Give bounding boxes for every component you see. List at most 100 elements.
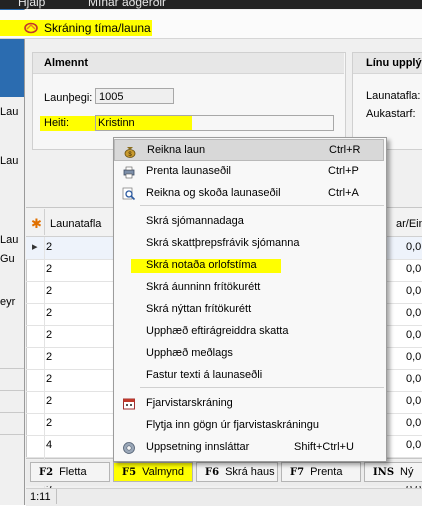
menu-item-fjarvistarskraning[interactable]: Fjarvistarskráning bbox=[114, 393, 384, 415]
divider bbox=[44, 237, 45, 259]
divider bbox=[0, 390, 24, 391]
row-launatafla: 2 bbox=[46, 263, 53, 275]
menu-item-uppsetning-innslattar[interactable]: Uppsetning innsláttar Shift+Ctrl+U bbox=[114, 437, 384, 459]
asterisk-icon: ✱ bbox=[31, 216, 42, 231]
divider bbox=[44, 303, 45, 325]
settings-icon bbox=[122, 441, 136, 455]
skra-haus-button[interactable]: F6 Skrá haus bbox=[196, 462, 278, 482]
row-launatafla: 2 bbox=[46, 417, 53, 429]
menu-item-upphaed-skatta[interactable]: Upphæð eftirágreiddra skatta bbox=[114, 321, 384, 343]
divider bbox=[0, 434, 24, 435]
f7-key: F7 bbox=[290, 467, 305, 478]
menu-help[interactable]: Hjálp bbox=[18, 0, 45, 9]
aukastarf-label: Aukastarf: bbox=[366, 108, 416, 120]
row-pointer-icon: ▸ bbox=[32, 241, 38, 253]
row-launatafla: 2 bbox=[46, 241, 53, 253]
linu-heading: Línu upplý bbox=[366, 57, 422, 69]
menu-item-shortcut: Shift+Ctrl+U bbox=[294, 441, 354, 453]
launatafla-label: Launatafla: bbox=[366, 90, 421, 102]
menu-item-shortcut: Ctrl+R bbox=[329, 144, 361, 156]
valmynd-button[interactable]: F5 Valmynd bbox=[113, 462, 193, 482]
menu-item-skra-skattthrep[interactable]: Skrá skattþrepsfrávik sjómanna bbox=[114, 233, 384, 255]
menu-item-label: Upphæð eftirágreiddra skatta bbox=[146, 325, 289, 337]
row-launatafla: 2 bbox=[46, 285, 53, 297]
row-value: 0,0 bbox=[406, 285, 422, 297]
column-launatafla[interactable]: Launatafla bbox=[50, 218, 101, 230]
row-value: 0,0 bbox=[406, 395, 422, 407]
menu-item-label: Skrá áunninn frítökurétt bbox=[146, 281, 261, 293]
menu-item-skra-sjomannadaga[interactable]: Skrá sjómannadaga bbox=[114, 211, 384, 233]
divider bbox=[44, 325, 45, 347]
menu-item-skra-notada-orlofstima[interactable]: Skrá notaða orlofstíma bbox=[114, 255, 384, 277]
row-value: 0,0 bbox=[406, 263, 422, 275]
divider bbox=[56, 489, 57, 504]
divider bbox=[44, 391, 45, 413]
ny-button[interactable]: INS Ný bbox=[364, 462, 422, 482]
background-sidebar-item[interactable]: Lau bbox=[0, 106, 24, 118]
menu-item-label: Fastur texti á launaseðli bbox=[146, 369, 263, 381]
row-value: 0,0 bbox=[406, 439, 422, 451]
row-launatafla: 2 bbox=[46, 329, 53, 341]
prenta-button[interactable]: F7 Prenta bbox=[281, 462, 361, 482]
menu-item-reikna-og-skoda[interactable]: Reikna og skoða launaseðil Ctrl+A bbox=[114, 183, 384, 205]
menu-item-label: Upphæð meðlags bbox=[146, 347, 233, 359]
menu-item-skra-nyttan-fritokurett[interactable]: Skrá nýttan frítökurétt bbox=[114, 299, 384, 321]
menu-item-reikna-laun[interactable]: $ Reikna laun Ctrl+R bbox=[114, 139, 384, 161]
divider bbox=[0, 412, 24, 413]
money-bag-icon: $ bbox=[123, 144, 137, 158]
row-value: 0,0 bbox=[406, 373, 422, 385]
menu-item-label: Prenta launaseðil bbox=[146, 165, 232, 177]
row-value: 0,0 bbox=[406, 329, 422, 341]
column-right[interactable]: ar/Ein. bbox=[396, 218, 422, 230]
skra-haus-label: Skrá haus bbox=[225, 466, 275, 478]
printer-icon bbox=[122, 165, 136, 179]
row-launatafla: 2 bbox=[46, 395, 53, 407]
launthegi-field[interactable]: 1005 bbox=[95, 88, 174, 104]
calendar-icon bbox=[122, 397, 136, 411]
fletta-label: Fletta bbox=[59, 466, 87, 478]
menu-item-flytja-inn-gogn[interactable]: Flytja inn gögn úr fjarvistaskráningu bbox=[114, 415, 384, 437]
menu-separator bbox=[140, 387, 384, 388]
window-title: Skráning tíma/launa bbox=[44, 21, 151, 35]
divider bbox=[44, 413, 45, 435]
f6-key: F6 bbox=[205, 467, 220, 478]
menu-item-label: Reikna laun bbox=[147, 144, 206, 156]
menu-item-fastur-texti[interactable]: Fastur texti á launaseðli bbox=[114, 365, 384, 387]
menu-separator bbox=[140, 205, 384, 206]
divider bbox=[44, 209, 45, 235]
row-value: 0,0 bbox=[406, 307, 422, 319]
heiti-value: Kristinn bbox=[98, 117, 135, 129]
menu-my-actions[interactable]: Mínar aðgerðir bbox=[88, 0, 166, 9]
row-value: 0,0 bbox=[406, 351, 422, 363]
menu-item-prenta-launasedil[interactable]: Prenta launaseðil Ctrl+P bbox=[114, 161, 384, 183]
f5-key: F5 bbox=[122, 467, 137, 478]
divider bbox=[44, 369, 45, 391]
status-bar bbox=[26, 488, 422, 506]
row-value: 0,0 bbox=[406, 241, 422, 253]
menu-item-label: Uppsetning innsláttar bbox=[146, 441, 250, 453]
row-value: 0,0 bbox=[406, 417, 422, 429]
fletta-button[interactable]: F2 Fletta bbox=[30, 462, 110, 482]
menu-item-shortcut: Ctrl+P bbox=[328, 165, 359, 177]
menu-item-label: Skrá notaða orlofstíma bbox=[146, 259, 257, 271]
row-launatafla: 2 bbox=[46, 373, 53, 385]
menu-item-label: Skrá sjómannadaga bbox=[146, 215, 244, 227]
divider bbox=[44, 259, 45, 281]
background-sidebar-item[interactable]: Lau bbox=[0, 234, 24, 246]
menu-bar: Hjálp Mínar aðgerðir bbox=[0, 0, 422, 9]
divider bbox=[44, 435, 45, 457]
menu-item-label: Skrá skattþrepsfrávik sjómanna bbox=[146, 237, 300, 249]
background-sidebar-item[interactable]: Lau bbox=[0, 155, 24, 167]
menu-item-upphaed-medlags[interactable]: Upphæð meðlags bbox=[114, 343, 384, 365]
almennt-heading: Almennt bbox=[44, 57, 88, 69]
heiti-label: Heiti: bbox=[44, 117, 70, 129]
divider bbox=[0, 368, 24, 369]
ins-key: INS bbox=[373, 467, 395, 478]
menu-item-label: Skrá nýttan frítökurétt bbox=[146, 303, 252, 315]
app-logo-icon bbox=[24, 22, 38, 34]
background-sidebar-item[interactable]: eyr bbox=[0, 296, 24, 308]
row-launatafla: 4 bbox=[46, 439, 53, 451]
background-sidebar-item[interactable]: Gu bbox=[0, 253, 24, 265]
row-launatafla: 2 bbox=[46, 307, 53, 319]
menu-item-skra-aunninn-fritokurett[interactable]: Skrá áunninn frítökurétt bbox=[114, 277, 384, 299]
